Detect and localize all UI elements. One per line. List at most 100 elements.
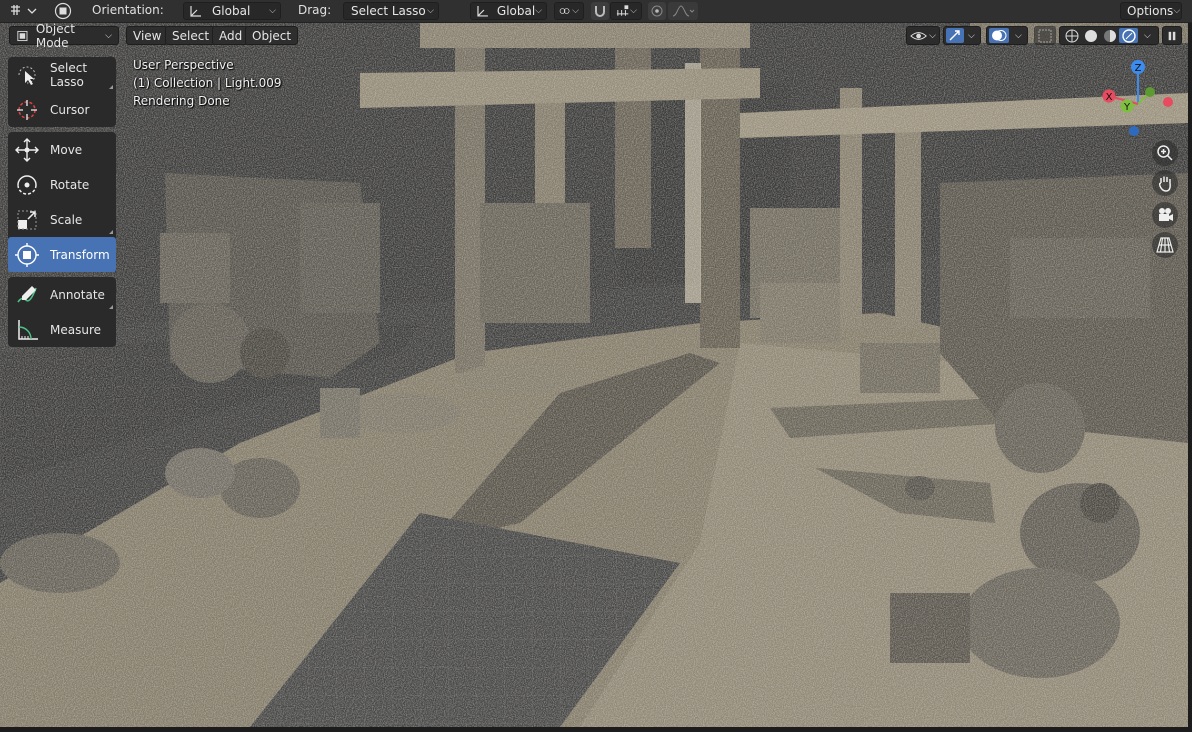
x-axis-label: X <box>1106 92 1113 103</box>
collection-info: (1) Collection | Light.009 <box>133 76 282 90</box>
eye-icon <box>910 31 927 40</box>
tool-label: Transform <box>50 247 110 262</box>
chevron-down-icon: ⌵ <box>572 6 579 16</box>
render-status: Rendering Done <box>133 94 230 108</box>
tool-scale[interactable]: Scale <box>8 202 116 237</box>
cursor-icon <box>17 100 37 120</box>
tool-label: Scale <box>50 212 83 227</box>
perspective-toggle-button[interactable] <box>1152 232 1178 258</box>
top-header: Orientation: Global ⌵ Drag: Select Lasso… <box>0 0 1192 23</box>
orientation-value: Global <box>212 4 251 18</box>
options-dropdown[interactable]: Options ⌵ <box>1120 2 1182 20</box>
menu-select[interactable]: Select <box>165 26 217 45</box>
camera-view-button[interactable] <box>1152 202 1178 228</box>
neg-y-handle <box>1145 87 1155 97</box>
y-axis-label: Y <box>1123 102 1131 113</box>
rendered-shading-icon[interactable] <box>1119 28 1138 43</box>
pivot-point-dropdown[interactable]: ⌵ <box>554 2 584 20</box>
neg-x-handle <box>1163 97 1173 107</box>
shading-modes: ⌵ <box>1059 26 1159 45</box>
tool-label: Move <box>50 142 83 157</box>
view-name: User Perspective <box>133 58 234 72</box>
xray-toggle[interactable] <box>1034 26 1056 45</box>
zoom-icon <box>1157 145 1173 161</box>
scale-icon <box>17 210 37 230</box>
visibility-dropdown[interactable]: ⌵ <box>906 26 940 45</box>
gizmo-icon <box>946 28 964 43</box>
snap-target-dropdown[interactable]: ⌵ <box>610 2 642 20</box>
solid-shading-icon[interactable] <box>1081 29 1100 43</box>
navigation-gizmo[interactable]: Z X Y <box>1098 57 1178 142</box>
neg-z-handle <box>1129 126 1139 136</box>
tool-measure[interactable]: Measure <box>8 312 116 347</box>
rotate-icon <box>17 175 37 195</box>
object-mode-icon <box>17 30 28 41</box>
transform-tool-icon[interactable] <box>50 2 76 20</box>
chevron-down-icon: ⌵ <box>427 6 434 16</box>
3d-viewport[interactable]: Object Mode ⌵ View Select Add Object ⌵ ⌵… <box>0 23 1188 727</box>
menu-add[interactable]: Add <box>212 26 250 45</box>
tool-label: Measure <box>50 322 101 337</box>
tool-label: Rotate <box>50 177 90 192</box>
falloff-dropdown[interactable] <box>668 2 698 20</box>
pan-button[interactable] <box>1152 170 1178 196</box>
pause-icon <box>1168 31 1176 40</box>
tool-transform[interactable]: Transform <box>8 237 116 272</box>
menu-view[interactable]: View <box>126 26 169 45</box>
chevron-down-icon[interactable]: ⌵ <box>1144 31 1151 41</box>
tool-label: Cursor <box>50 102 90 117</box>
options-label: Options <box>1127 4 1174 18</box>
camera-icon <box>1159 208 1173 221</box>
drag-dropdown[interactable]: Select Lasso ⌵ <box>343 2 439 20</box>
transform-orientation-dropdown[interactable]: Global ⌵ <box>470 2 547 20</box>
editor-type-button[interactable] <box>6 2 40 20</box>
tool-cursor[interactable]: Cursor <box>8 92 116 127</box>
right-edge-border <box>1188 23 1192 732</box>
measure-icon <box>18 320 38 340</box>
orientation-label: Orientation: <box>92 3 164 17</box>
drag-value: Select Lasso <box>351 4 426 18</box>
move-icon <box>15 138 39 162</box>
pause-render-button[interactable] <box>1162 26 1182 45</box>
proportional-edit-toggle[interactable] <box>648 2 666 20</box>
drag-label: Drag: <box>298 3 332 17</box>
toolbar-group-select: Select Lasso Cursor <box>8 57 116 127</box>
mode-label: Object Mode <box>35 23 75 50</box>
axes-icon <box>477 6 488 17</box>
gizmo-toggle[interactable]: ⌵ <box>943 26 981 45</box>
pivot-icon <box>559 8 570 14</box>
tool-move[interactable]: Move <box>8 132 116 167</box>
tool-select-lasso[interactable]: Select Lasso <box>8 57 116 92</box>
tool-annotate[interactable]: Annotate <box>8 277 116 312</box>
tool-rotate[interactable]: Rotate <box>8 167 116 202</box>
wireframe-shading-icon[interactable] <box>1062 29 1081 43</box>
overlays-icon <box>989 28 1009 43</box>
orientation-dropdown[interactable]: Global ⌵ <box>183 2 281 20</box>
falloff-curve-icon <box>672 5 695 17</box>
snap-toggle[interactable] <box>591 2 609 20</box>
grid-perspective-icon <box>1156 237 1174 253</box>
tool-label: Select Lasso <box>50 60 88 89</box>
rendered-scene <box>0 23 1188 727</box>
chevron-down-icon: ⌵ <box>630 6 637 16</box>
menu-object[interactable]: Object <box>245 26 299 45</box>
z-axis-label: Z <box>1135 63 1142 74</box>
annotate-icon <box>17 286 37 303</box>
chevron-down-icon: ⌵ <box>535 6 542 16</box>
select-lasso-icon <box>18 66 36 85</box>
mode-dropdown[interactable]: Object Mode ⌵ <box>9 23 119 50</box>
axes-icon <box>190 6 201 17</box>
material-shading-icon[interactable] <box>1100 29 1119 43</box>
chevron-down-icon: ⌵ <box>1173 6 1181 16</box>
chevron-down-icon: ⌵ <box>105 30 112 41</box>
tool-label: Annotate <box>50 287 105 302</box>
zoom-button[interactable] <box>1152 140 1178 166</box>
overlays-toggle[interactable]: ⌵ <box>986 26 1028 45</box>
hand-icon <box>1158 176 1171 192</box>
proportional-edit-icon <box>651 5 663 17</box>
transform-orientation-value: Global <box>496 4 536 18</box>
snap-increment-icon <box>616 5 629 16</box>
toolbar-group-transform: Move Rotate Scale Transform <box>8 132 116 272</box>
transform-icon <box>15 243 39 267</box>
bottom-edge-border <box>0 727 1192 732</box>
